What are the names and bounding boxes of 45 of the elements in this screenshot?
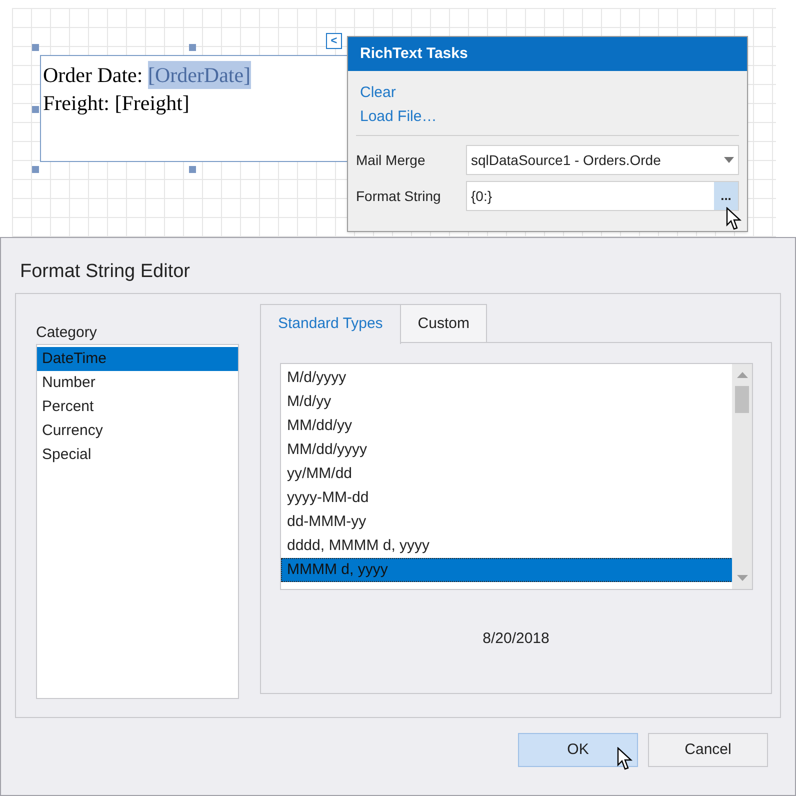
field-label: Format String — [356, 186, 442, 206]
scroll-up-icon[interactable] — [736, 372, 748, 378]
field-label: Mail Merge — [356, 150, 426, 170]
resize-handle[interactable] — [32, 166, 39, 173]
category-item[interactable]: DateTime — [37, 347, 238, 371]
category-item[interactable]: Currency — [37, 419, 238, 443]
category-label: Category — [36, 323, 97, 343]
format-item[interactable]: M/d/yy — [281, 390, 733, 414]
resize-handle[interactable] — [32, 106, 39, 113]
format-item[interactable]: dddd, MMMM d, yyyy — [281, 534, 733, 558]
tab[interactable]: Custom — [400, 304, 488, 343]
format-item[interactable]: M/d/yyyy — [281, 366, 733, 390]
scroll-down-icon[interactable] — [736, 575, 748, 581]
dialog-title: Format String Editor — [19, 260, 191, 284]
task-link[interactable]: Clear — [360, 83, 396, 103]
format-item[interactable]: MM/dd/yy — [281, 414, 733, 438]
format-item[interactable]: MM/dd/yyyy — [281, 438, 733, 462]
category-item[interactable]: Number — [37, 371, 238, 395]
category-item[interactable]: Percent — [37, 395, 238, 419]
dropdown-arrow-icon — [724, 157, 734, 163]
category-item[interactable]: Special — [37, 443, 238, 467]
ellipsis-button[interactable]: ... — [714, 182, 738, 210]
smart-tag-button[interactable]: < — [326, 33, 342, 49]
mail-merge-dropdown[interactable]: sqlDataSource1 - Orders.Orde — [466, 145, 739, 175]
dialog-button[interactable]: OK — [518, 733, 638, 767]
resize-handle[interactable] — [32, 44, 39, 51]
scrollbar[interactable] — [732, 364, 752, 589]
field-caption: Freight: — [43, 90, 110, 117]
format-item[interactable]: MMMM d, yyyy — [281, 558, 733, 582]
format-string-field[interactable]: {0:} ... — [466, 181, 739, 211]
scroll-thumb[interactable] — [735, 386, 749, 413]
panel-title: RichText Tasks — [348, 37, 747, 71]
dialog-button[interactable]: Cancel — [648, 733, 768, 767]
mouse-pointer-icon — [726, 207, 742, 231]
format-item[interactable]: dd-MMM-yy — [281, 510, 733, 534]
resize-handle[interactable] — [189, 44, 196, 51]
format-item[interactable]: yy/MM/dd — [281, 462, 733, 486]
format-preview: 8/20/2018 — [482, 629, 550, 649]
resize-handle[interactable] — [189, 166, 196, 173]
mouse-pointer-icon — [617, 747, 633, 771]
task-link[interactable]: Load File… — [360, 107, 437, 127]
tab[interactable]: Standard Types — [260, 304, 401, 344]
field-caption: Order Date: — [43, 62, 144, 89]
rich-text-control[interactable]: Order Date: [OrderDate] Freight: [Freight] — [40, 55, 350, 162]
format-item[interactable]: yyyy-MM-dd — [281, 486, 733, 510]
